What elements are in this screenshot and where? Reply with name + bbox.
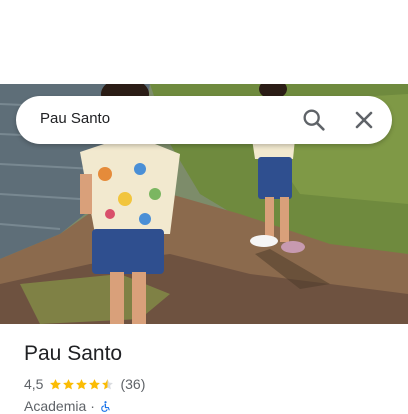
- search-input[interactable]: Pau Santo: [40, 110, 110, 127]
- map-top-area: [0, 0, 408, 84]
- rating-value: 4,5: [24, 376, 44, 392]
- separator-dot: ·: [90, 398, 95, 414]
- place-category: Academia: [24, 398, 87, 414]
- search-icon[interactable]: [300, 106, 328, 134]
- rating-row[interactable]: 4,5 (36): [24, 376, 145, 392]
- star-icon: [50, 378, 62, 389]
- category-row: Academia ·: [24, 398, 112, 414]
- star-icon: [63, 378, 75, 389]
- review-count[interactable]: (36): [120, 376, 145, 392]
- close-icon[interactable]: [350, 106, 378, 134]
- search-bar[interactable]: Pau Santo: [16, 96, 392, 144]
- star-icon: [89, 378, 101, 389]
- star-icon: [76, 378, 88, 389]
- wheelchair-icon: [101, 400, 110, 412]
- star-rating: [49, 378, 114, 391]
- place-title: Pau Santo: [24, 342, 123, 365]
- star-half-icon: [102, 378, 114, 389]
